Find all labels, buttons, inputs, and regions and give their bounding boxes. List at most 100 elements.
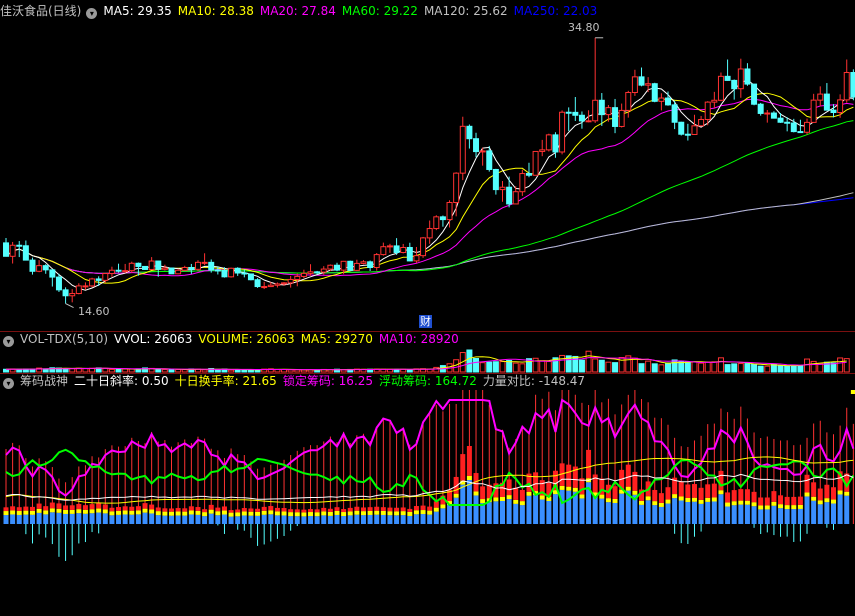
- settings-circle-icon[interactable]: ▾: [3, 378, 14, 389]
- turnover-column: [221, 510, 227, 515]
- candle-body: [426, 228, 433, 239]
- candle-body: [393, 245, 400, 253]
- candle-body: [360, 261, 367, 264]
- float-column: [69, 513, 75, 524]
- float-column: [559, 489, 565, 524]
- lock-column: [764, 497, 770, 506]
- turnover-column: [526, 491, 532, 496]
- float-column: [685, 501, 691, 524]
- float-column: [605, 502, 611, 524]
- volume-bar: [128, 368, 135, 373]
- lock-column: [202, 509, 208, 513]
- volume-bar: [645, 360, 652, 373]
- volume-bar: [175, 369, 182, 373]
- float-column: [731, 505, 737, 524]
- turnover-column: [122, 510, 128, 515]
- candle-body: [592, 99, 599, 122]
- turnover-column: [672, 494, 678, 499]
- float-column: [360, 515, 366, 524]
- float-column: [235, 516, 241, 524]
- float-column: [248, 515, 254, 524]
- lock-column: [116, 507, 122, 511]
- float-column: [314, 516, 320, 524]
- float-column: [506, 499, 512, 524]
- float-column: [400, 515, 406, 524]
- float-column: [711, 501, 717, 524]
- lock-column: [778, 495, 784, 505]
- float-column: [831, 503, 836, 524]
- lock-column: [360, 507, 366, 512]
- float-column: [844, 495, 850, 524]
- float-column: [433, 511, 439, 524]
- candle-body: [817, 93, 824, 101]
- turnover-column: [771, 501, 777, 506]
- finance-marker[interactable]: 财: [419, 315, 432, 328]
- turnover-column: [102, 509, 108, 514]
- float-column: [678, 500, 684, 524]
- turnover-column: [599, 494, 605, 499]
- candle-body: [181, 266, 188, 271]
- candle-body: [29, 259, 36, 272]
- candle-body: [790, 122, 797, 133]
- candle-body: [506, 186, 513, 205]
- volume-legend-item: MA10: 28920: [378, 332, 459, 346]
- lock-column: [625, 464, 631, 487]
- turnover-column: [652, 501, 658, 506]
- candle-body: [585, 120, 592, 123]
- indicator-legend-item: 十日换手率: 21.65: [174, 374, 277, 388]
- indicator-legend-item: 筹码战神: [20, 374, 69, 388]
- turnover-column: [241, 511, 247, 516]
- candle-body: [453, 172, 460, 203]
- indicator-legend-item: 浮动筹码: 164.72: [379, 374, 477, 388]
- volume-bar: [69, 368, 76, 373]
- candle-body: [62, 289, 69, 297]
- lock-column: [155, 507, 161, 512]
- float-column: [791, 509, 797, 524]
- turnover-column: [308, 512, 314, 517]
- turnover-column: [23, 510, 29, 515]
- lock-column: [718, 470, 724, 491]
- volume-bar: [764, 365, 771, 373]
- candle-body: [194, 261, 201, 270]
- turnover-column: [3, 511, 9, 516]
- volume-bar: [631, 357, 638, 373]
- volume-bar: [790, 365, 797, 373]
- turnover-column: [360, 511, 366, 516]
- float-column: [579, 498, 585, 524]
- volume-bar: [717, 357, 724, 373]
- turnover-column: [427, 510, 433, 515]
- volume-bar: [479, 362, 486, 373]
- float-column: [188, 514, 194, 524]
- candle-body: [612, 107, 619, 127]
- float-column: [539, 499, 545, 524]
- float-column: [665, 503, 671, 524]
- lock-column: [731, 490, 737, 502]
- settings-circle-icon[interactable]: ▾: [3, 336, 14, 347]
- lock-column: [56, 503, 62, 509]
- float-column: [552, 494, 558, 524]
- lock-column: [725, 492, 731, 503]
- candle-body: [95, 278, 102, 281]
- price-chart: [3, 37, 855, 308]
- candle-body: [784, 121, 791, 124]
- turnover-column: [413, 510, 419, 515]
- lock-column: [69, 505, 75, 510]
- candle-body: [161, 267, 168, 270]
- turnover-column: [49, 508, 55, 513]
- candle-body: [221, 270, 228, 278]
- candle-body: [320, 268, 327, 273]
- candle-body: [9, 244, 16, 257]
- turnover-column: [493, 497, 499, 502]
- float-column: [288, 516, 294, 524]
- candle-body: [598, 99, 605, 116]
- lock-column: [76, 503, 82, 510]
- candle-body: [108, 269, 115, 275]
- ma60-line: [5, 120, 854, 274]
- float-column: [738, 504, 744, 524]
- lock-column: [96, 502, 102, 509]
- volume-bar: [651, 363, 658, 373]
- lock-column: [208, 504, 214, 510]
- lock-column: [241, 508, 247, 512]
- volume-bar: [486, 361, 493, 373]
- lock-column: [327, 508, 333, 512]
